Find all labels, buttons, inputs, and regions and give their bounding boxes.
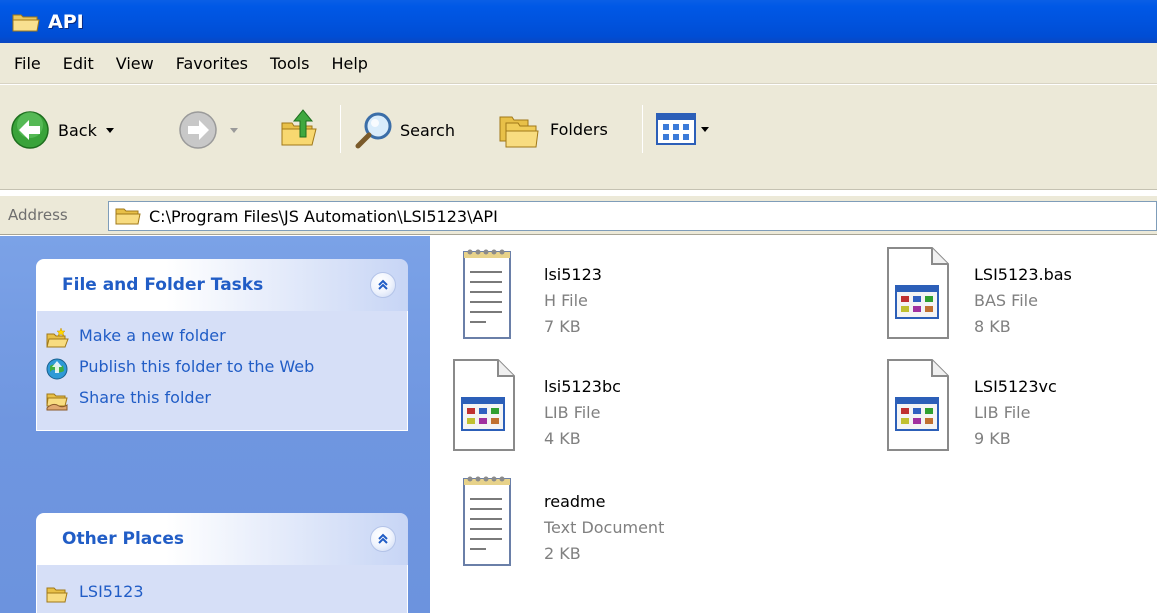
toolbar-separator xyxy=(340,105,341,153)
place-label: LSI5123 xyxy=(79,582,144,601)
menu-favorites[interactable]: Favorites xyxy=(176,54,248,73)
task-label: Make a new folder xyxy=(79,326,226,345)
menu-bar: File Edit View Favorites Tools Help xyxy=(0,43,1157,84)
file-name: LSI5123.bas xyxy=(974,265,1072,284)
file-name: LSI5123vc xyxy=(974,377,1057,396)
panel-header[interactable]: File and Folder Tasks xyxy=(36,259,408,311)
toolbar: Back Search Folders xyxy=(0,85,1157,190)
up-folder-icon xyxy=(281,109,317,146)
views-button[interactable] xyxy=(656,113,709,145)
file-item[interactable]: LSI5123vc LIB File 9 KB xyxy=(882,356,1057,452)
file-name: readme xyxy=(544,492,606,511)
file-folder-tasks-panel: File and Folder Tasks Make a new folder xyxy=(36,259,408,431)
search-label: Search xyxy=(400,120,455,140)
file-type: LIB File xyxy=(544,403,601,422)
file-type: BAS File xyxy=(974,291,1038,310)
file-size: 4 KB xyxy=(544,429,581,448)
other-places-panel: Other Places LSI5123 xyxy=(36,513,408,613)
forward-button[interactable] xyxy=(178,110,238,150)
title-bar[interactable]: API xyxy=(0,0,1157,43)
menu-file[interactable]: File xyxy=(14,54,41,73)
back-arrow-icon xyxy=(11,111,49,149)
address-input[interactable]: C:\Program Files\JS Automation\LSI5123\A… xyxy=(108,201,1157,231)
collapse-button[interactable] xyxy=(370,526,396,552)
chevron-up-icon xyxy=(378,533,388,544)
panel-body: LSI5123 xyxy=(36,565,408,613)
panel-header[interactable]: Other Places xyxy=(36,513,408,565)
file-view: lsi5123 H File 7 KB LSI5123.bas BAS File… xyxy=(430,236,1157,613)
folders-icon xyxy=(499,116,539,148)
views-icon xyxy=(656,113,696,145)
application-file-icon xyxy=(887,359,949,451)
window-title: API xyxy=(48,10,84,33)
file-name: lsi5123bc xyxy=(544,377,621,396)
application-file-icon xyxy=(453,359,515,451)
panel-body: Make a new folder Publish this folder to… xyxy=(36,311,408,431)
file-size: 2 KB xyxy=(544,544,581,563)
search-icon xyxy=(355,112,392,149)
file-size: 8 KB xyxy=(974,317,1011,336)
panel-title: File and Folder Tasks xyxy=(62,275,264,295)
toolbar-separator xyxy=(642,105,643,153)
address-label: Address xyxy=(8,206,68,224)
text-document-icon xyxy=(463,476,511,566)
folder-icon xyxy=(12,14,40,31)
file-name: lsi5123 xyxy=(544,265,602,284)
collapse-button[interactable] xyxy=(370,272,396,298)
address-bar: Address C:\Program Files\JS Automation\L… xyxy=(0,195,1157,235)
folders-label: Folders xyxy=(550,119,608,139)
file-type: H File xyxy=(544,291,588,310)
file-size: 7 KB xyxy=(544,317,581,336)
application-file-icon xyxy=(887,247,949,339)
file-item[interactable]: readme Text Document 2 KB xyxy=(452,471,664,567)
task-make-new-folder[interactable]: Make a new folder xyxy=(37,325,407,350)
forward-arrow-icon xyxy=(179,111,217,149)
forward-dropdown-arrow[interactable] xyxy=(230,127,238,133)
file-type: LIB File xyxy=(974,403,1031,422)
address-path: C:\Program Files\JS Automation\LSI5123\A… xyxy=(149,206,498,226)
share-folder-icon xyxy=(46,393,68,411)
task-label: Share this folder xyxy=(79,388,211,407)
task-pane: File and Folder Tasks Make a new folder xyxy=(0,236,430,613)
file-item[interactable]: lsi5123 H File 7 KB xyxy=(452,244,602,340)
task-label: Publish this folder to the Web xyxy=(79,357,315,376)
new-folder-icon xyxy=(46,327,69,348)
panel-title: Other Places xyxy=(62,529,184,549)
folder-icon xyxy=(115,208,141,225)
file-item[interactable]: LSI5123.bas BAS File 8 KB xyxy=(882,244,1072,340)
up-folder-button[interactable] xyxy=(278,107,320,149)
back-button[interactable]: Back xyxy=(10,110,114,150)
file-type: Text Document xyxy=(544,518,665,537)
menu-help[interactable]: Help xyxy=(331,54,367,73)
task-publish-folder[interactable]: Publish this folder to the Web xyxy=(37,356,407,381)
file-size: 9 KB xyxy=(974,429,1011,448)
file-item[interactable]: lsi5123bc LIB File 4 KB xyxy=(448,356,621,452)
text-document-icon xyxy=(463,249,511,339)
menu-view[interactable]: View xyxy=(116,54,154,73)
task-share-folder[interactable]: Share this folder xyxy=(37,387,407,412)
place-lsi5123[interactable]: LSI5123 xyxy=(37,581,407,606)
back-dropdown-arrow[interactable] xyxy=(105,127,114,133)
folders-button[interactable]: Folders xyxy=(498,109,608,149)
chevron-up-icon xyxy=(378,279,388,290)
publish-web-icon xyxy=(46,358,68,380)
folder-icon xyxy=(46,587,68,603)
back-label: Back xyxy=(58,120,97,140)
views-dropdown-arrow[interactable] xyxy=(701,126,709,132)
search-button[interactable]: Search xyxy=(354,109,455,151)
menu-tools[interactable]: Tools xyxy=(270,54,309,73)
menu-edit[interactable]: Edit xyxy=(63,54,94,73)
